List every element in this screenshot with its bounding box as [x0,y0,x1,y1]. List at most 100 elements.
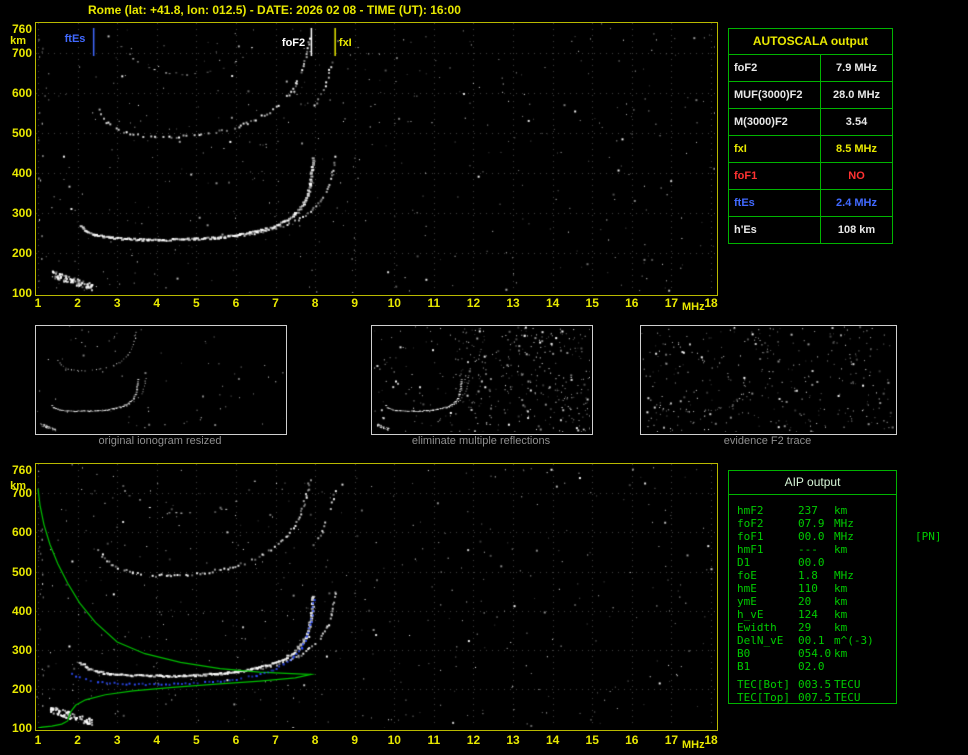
aip-row-name: ymE [737,595,757,608]
aip-row-value: 237 [798,504,818,517]
autoscala-table-rows: foF2 7.9 MHz MUF(3000)F2 28.0 MHz M(3000)F2 3… [729,55,892,243]
autoscala-row: foF1 NO [729,162,892,189]
aip-row-value: 00.0 [798,530,825,543]
aip-row-unit: MHz [834,569,854,582]
autoscala-row-value: 8.5 MHz [836,143,877,155]
autoscala-row: ftEs 2.4 MHz [729,189,892,216]
top-x-tick-label: 18 [704,296,718,310]
top-x-tick-label: 12 [466,296,481,310]
aip-row: Ewidth 29 km [729,621,896,634]
aip-row-value: 20 [798,595,812,608]
thumbnail-original-canvas [36,326,284,432]
autoscala-row-label: fxI [729,136,821,162]
aip-row: hmF1 --- km [729,543,896,556]
autoscala-row-label: h'Es [729,217,821,243]
aip-row-value: 00.0 [798,556,825,569]
aip-row-name: D1 [737,556,751,569]
bottom-x-tick-label: 5 [193,733,200,747]
aip-row-unit: km [834,504,848,517]
autoscala-row: MUF(3000)F2 28.0 MHz [729,81,892,108]
top-x-tick-label: 11 [427,296,441,310]
thumbnail-original-caption: original ionogram resized [98,435,222,447]
autoscala-row-label: foF2 [729,55,821,81]
bottom-x-tick-label: 9 [351,733,359,747]
aip-row-value: 29 [798,621,812,634]
aip-row: foF2 07.9 MHz [729,517,896,530]
aip-row-name: hmF2 [737,504,764,517]
autoscala-table-title: AUTOSCALA output [729,29,892,55]
top-x-tick-label: 10 [387,296,401,310]
aip-row-value: 1.8 [798,569,818,582]
aip-row: foF1 00.0 MHz [PN] [729,530,942,543]
bottom-x-tick-label: 3 [113,733,121,747]
aip-row: hmE 110 km [729,582,896,595]
marker-label-foF2: foF2 [281,37,306,49]
aip-row-unit: km [834,543,848,556]
aip-row: TEC[Top] 007.5 TECU [729,691,896,704]
marker-label-ftEs: ftEs [64,33,86,45]
aip-row-value: 007.5 [798,691,832,704]
top-x-tick-label: 14 [545,296,560,310]
bottom-x-tick-label: 16 [625,733,639,747]
aip-row-name: foF1 [737,530,764,543]
bottom-x-tick-label: 10 [387,733,401,747]
aip-row-value: 124 [798,608,818,621]
autoscala-screen: Rome (lat: +41.8, lon: 012.5) - DATE: 20… [0,0,968,755]
aip-row-unit: MHz [834,530,854,543]
aip-row: ymE 20 km [729,595,896,608]
thumbnail-evidence-caption: evidence F2 trace [723,435,812,447]
aip-row-unit: km [834,608,848,621]
aip-output-box: AIP output hmF2 237 km foF2 07.9 MHz foF1 00.0 M… [728,470,942,704]
aip-row: h_vE 124 km [729,608,896,621]
aip-row-name: foF2 [737,517,764,530]
bottom-ionogram-canvas [36,464,715,728]
aip-row-value: 054.0 [798,647,832,660]
bottom-x-tick-label: 1 [34,733,42,747]
top-x-tick-label: 1 [34,296,42,310]
top-y-tick-label: 300 [11,206,32,220]
bottom-x-tick-label: 15 [585,733,599,747]
top-y-tick-label: 600 [11,86,32,100]
autoscala-row: fxI 8.5 MHz [729,135,892,162]
aip-row-unit: MHz [834,517,854,530]
aip-row: TEC[Bot] 003.5 TECU [729,678,896,691]
aip-row-name: Ewidth [737,621,777,634]
autoscala-row-value: 2.4 MHz [836,197,877,209]
bottom-x-tick-label: 11 [427,733,441,747]
thumbnail-multiples-caption: eliminate multiple reflections [411,435,551,447]
autoscala-row-label: MUF(3000)F2 [729,82,821,108]
bottom-x-tick-label: 18 [704,733,718,747]
bottom-x-tick-label: 2 [74,733,81,747]
aip-row-unit: TECU [834,691,861,704]
aip-row-name: TEC[Top] [737,691,790,704]
bottom-y-tick-label: 400 [11,603,32,618]
top-x-tick-label: 13 [506,296,520,310]
thumbnail-evidence-canvas [641,326,894,432]
top-y-tick-label: 200 [11,246,32,260]
bottom-x-tick-label: 8 [311,733,319,747]
aip-row-note: [PN] [915,530,942,543]
aip-row: D1 00.0 [729,556,896,569]
aip-row-value: --- [798,543,818,556]
autoscala-output-table: AUTOSCALA output foF2 7.9 MHz MUF(3000)F2 2… [728,28,893,244]
aip-row: B1 02.0 [729,660,896,673]
aip-row-name: B0 [737,647,751,660]
top-x-tick-label: 7 [272,296,279,310]
top-x-tick-label: 6 [232,296,240,310]
aip-row-name: B1 [737,660,751,673]
aip-row-name: hmE [737,582,757,595]
bottom-y-tick-label: 300 [11,642,32,657]
bottom-y-tick-label: 760 [11,462,32,477]
top-y-tick-label: 760 [11,22,32,36]
top-x-tick-label: 17 [664,296,679,310]
top-x-tick-label: 16 [625,296,639,310]
bottom-y-tick-label: 600 [11,525,32,540]
aip-row-unit: km [834,647,848,660]
top-x-tick-label: 8 [311,296,319,310]
aip-row-value: 07.9 [798,517,825,530]
aip-row-name: hmF1 [737,543,764,556]
bottom-x-tick-label: 6 [232,733,240,747]
autoscala-row-value: 7.9 MHz [836,62,877,74]
top-x-tick-label: 3 [113,296,121,310]
top-x-tick-label: 9 [351,296,359,310]
